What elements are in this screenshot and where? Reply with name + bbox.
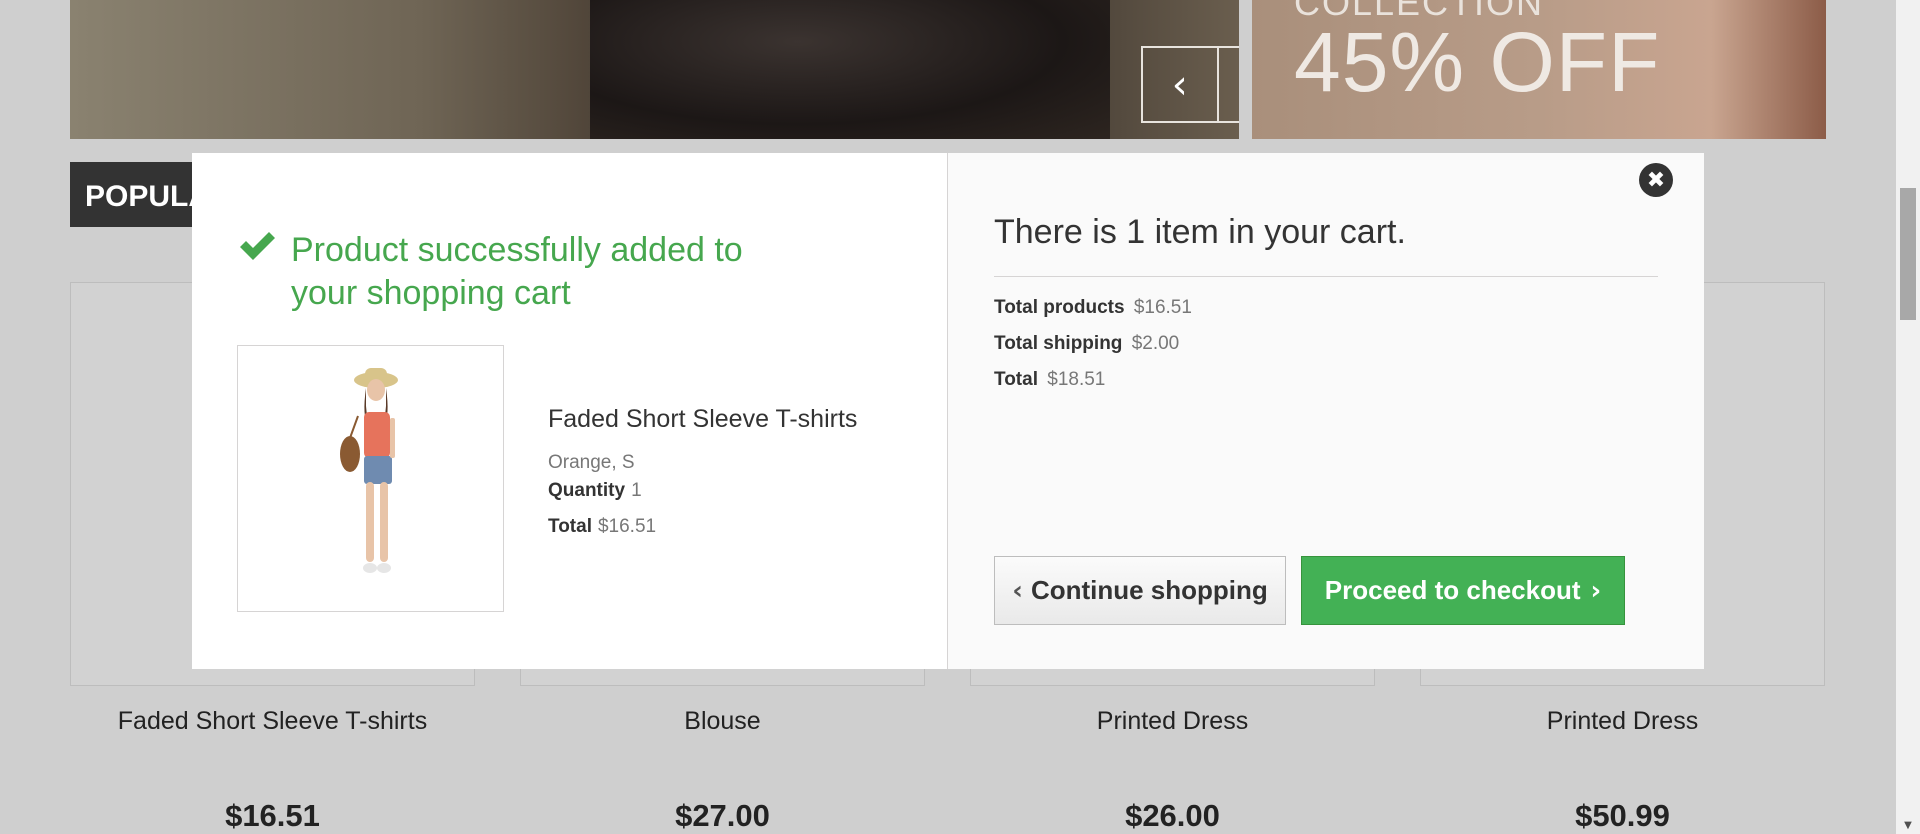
proceed-to-checkout-label: Proceed to checkout: [1324, 575, 1581, 605]
page-scrollbar[interactable]: ▼: [1896, 0, 1920, 834]
chevron-left-icon: ‹: [1012, 575, 1023, 606]
total-shipping-row: Total shipping $2.00: [994, 333, 1704, 355]
product-name[interactable]: Printed Dress: [1420, 707, 1825, 736]
model-photo: [340, 368, 398, 573]
product-quantity: Quantity 1: [548, 480, 857, 502]
cart-total-value: $18.51: [1047, 369, 1106, 390]
modal-cart-panel: ✖ There is 1 item in your cart. Total pr…: [948, 153, 1704, 669]
total-shipping-label: Total shipping: [994, 333, 1123, 354]
product-name[interactable]: Printed Dress: [970, 707, 1375, 736]
product-total-label: Total: [548, 516, 592, 537]
chevron-right-icon: ›: [1590, 575, 1602, 606]
product-name[interactable]: Faded Short Sleeve T-shirts: [70, 707, 475, 736]
total-shipping-value: $2.00: [1131, 333, 1180, 354]
scrollbar-thumb[interactable]: [1900, 188, 1916, 320]
checkmark-icon: [240, 232, 275, 260]
cart-total-row: Total $18.51: [994, 369, 1704, 391]
homepage-slider: ‹ ›: [70, 0, 1239, 139]
slider-image: [590, 0, 1110, 139]
proceed-to-checkout-button[interactable]: Proceed to checkout ›: [1301, 556, 1625, 625]
promo-banner[interactable]: COLLECTION 45% OFF: [1252, 0, 1826, 139]
quantity-value: 1: [631, 480, 642, 501]
quantity-label: Quantity: [548, 480, 626, 501]
product-price: $26.00: [1125, 798, 1220, 833]
modal-product-panel: Product successfully added to your shopp…: [192, 153, 948, 669]
continue-shopping-button[interactable]: ‹ Continue shopping: [994, 556, 1286, 625]
cart-totals: Total products $16.51 Total shipping $2.…: [994, 297, 1704, 391]
product-price: $27.00: [675, 798, 770, 833]
slider-prev-button[interactable]: ‹: [1143, 48, 1219, 121]
product-total-value: $16.51: [597, 516, 657, 537]
slider-controls: ‹ ›: [1141, 46, 1239, 123]
cart-summary-title: There is 1 item in your cart.: [994, 213, 1658, 277]
total-products-value: $16.51: [1133, 297, 1192, 318]
cart-total-label: Total: [994, 369, 1038, 390]
product-price: $50.99: [1575, 798, 1670, 833]
continue-shopping-label: Continue shopping: [1030, 575, 1268, 605]
promo-discount-text: 45% OFF: [1294, 15, 1661, 109]
slider-next-button[interactable]: ›: [1219, 48, 1240, 121]
scroll-down-arrow-icon[interactable]: ▼: [1902, 820, 1914, 831]
product-price: $16.51: [225, 798, 320, 833]
product-image: [237, 345, 504, 612]
success-message: Product successfully added to your shopp…: [237, 229, 947, 315]
product-total: Total $16.51: [548, 516, 857, 538]
success-text: Product successfully added to your shopp…: [291, 231, 743, 312]
close-icon[interactable]: ✖: [1639, 163, 1673, 197]
product-attributes: Orange, S: [548, 452, 635, 473]
product-details: Faded Short Sleeve T-shirts Orange, S Qu…: [548, 405, 857, 552]
add-to-cart-modal: Product successfully added to your shopp…: [192, 153, 1704, 669]
total-products-label: Total products: [994, 297, 1125, 318]
product-title: Faded Short Sleeve T-shirts: [548, 405, 858, 433]
product-name[interactable]: Blouse: [520, 707, 925, 736]
total-products-row: Total products $16.51: [994, 297, 1704, 319]
